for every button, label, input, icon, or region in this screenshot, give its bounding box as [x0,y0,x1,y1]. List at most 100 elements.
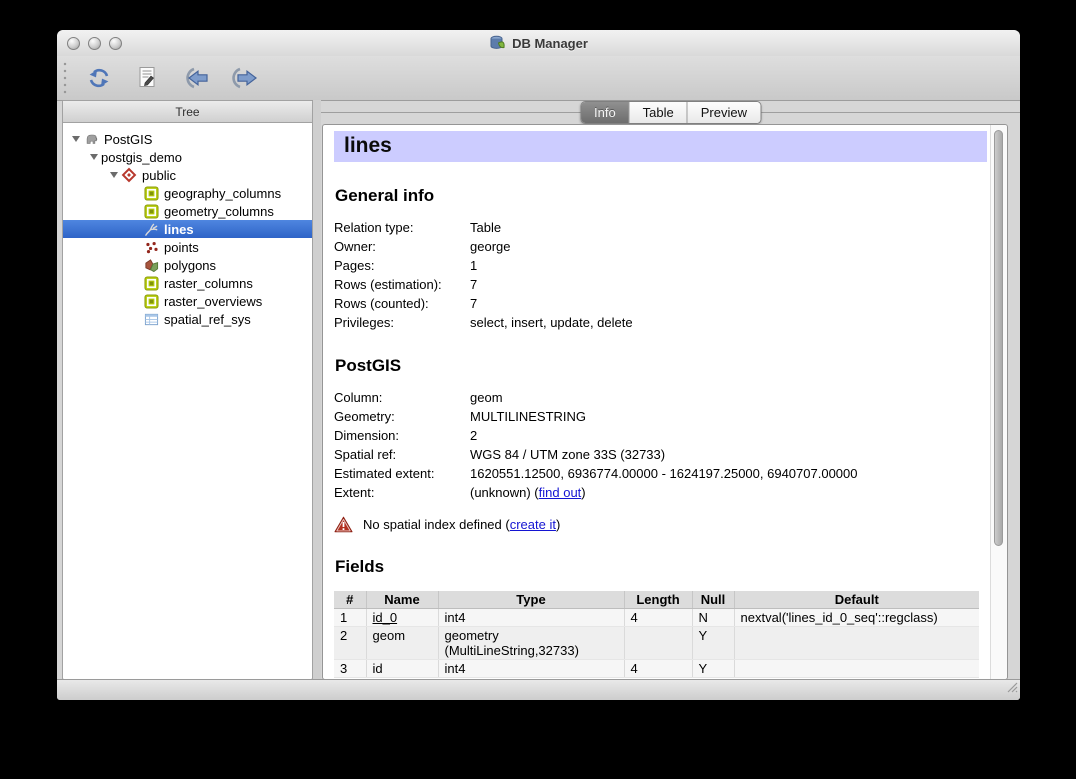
title-bar[interactable]: DB Manager [57,30,1020,56]
tree-item-label: raster_overviews [164,294,262,309]
info-value: 7 [470,275,991,294]
metadata-table-icon [143,203,159,219]
info-row: Privileges: select, insert, update, dele… [334,313,991,332]
warning-prefix: No spatial index defined ( [363,517,510,532]
info-label: Column: [334,388,470,407]
tree-item-raster-columns[interactable]: raster_columns [63,274,312,292]
tab-info[interactable]: Info [581,102,630,123]
info-label: Geometry: [334,407,470,426]
postgis-rows: Column: geom Geometry: MULTILINESTRING D… [334,388,991,502]
warning-text: No spatial index defined (create it) [363,517,560,532]
expander-icon[interactable] [69,136,83,142]
field-length: 4 [624,609,692,627]
export-to-file-icon [229,67,257,89]
col-header-length: Length [624,591,692,609]
info-label: Relation type: [334,218,470,237]
info-row: Column: geom [334,388,991,407]
tree-item-label: geography_columns [164,186,281,201]
export-to-file-button[interactable] [226,62,260,94]
desktop-background: DB Manager [0,0,1076,779]
resize-grip-icon[interactable] [1005,680,1018,698]
vertical-scrollbar[interactable] [990,125,1007,679]
toolbar-drag-handle[interactable] [62,61,68,95]
tree-item-postgis[interactable]: PostGIS [63,130,312,148]
tree-item-label: geometry_columns [164,204,274,219]
info-label: Rows (counted): [334,294,470,313]
warning-suffix: ) [556,517,560,532]
import-layer-button[interactable] [178,62,212,94]
db-manager-app-icon [489,35,506,51]
tab-preview[interactable]: Preview [688,102,760,123]
info-label: Spatial ref: [334,445,470,464]
info-label: Pages: [334,256,470,275]
warning-icon [334,516,353,533]
polygon-layer-icon [143,257,159,273]
col-header-name: Name [366,591,438,609]
info-row: Estimated extent: 1620551.12500, 6936774… [334,464,991,483]
field-null: Y [692,660,734,678]
tree-item-lines[interactable]: lines [63,220,312,238]
tree-item-label: points [164,240,199,255]
sql-window-icon [136,66,158,90]
field-length [624,627,692,660]
tree-panel-header: Tree [63,101,312,123]
tree-list: PostGIS postgis_demo [63,123,312,328]
info-label: Privileges: [334,313,470,332]
field-type: int4 [438,609,624,627]
info-label: Dimension: [334,426,470,445]
tree-item-label: public [142,168,176,183]
spatial-index-warning: No spatial index defined (create it) [334,516,991,533]
tab-segmented-control: Info Table Preview [580,101,761,124]
field-type: geometry (MultiLineString,32733) [438,627,624,660]
col-header-type: Type [438,591,624,609]
info-pane: lines General info Relation type: Table … [322,124,1008,680]
col-header-null: Null [692,591,734,609]
field-default: nextval('lines_id_0_seq'::regclass) [734,609,979,627]
find-out-link[interactable]: find out [539,485,582,500]
postgis-elephant-icon [83,131,99,147]
tree-item-label: spatial_ref_sys [164,312,251,327]
info-value: 7 [470,294,991,313]
info-label: Estimated extent: [334,464,470,483]
field-default [734,627,979,660]
info-row: Dimension: 2 [334,426,991,445]
scrollbar-thumb[interactable] [994,130,1003,546]
info-value: MULTILINESTRING [470,407,991,426]
sql-window-button[interactable] [130,62,164,94]
tree-panel: Tree PostGIS postgis_demo [62,100,313,680]
tree-item-raster-overviews[interactable]: raster_overviews [63,292,312,310]
tree-item-polygons[interactable]: polygons [63,256,312,274]
field-num: 3 [334,660,366,678]
tree-item-points[interactable]: points [63,238,312,256]
tree-item-geography-columns[interactable]: geography_columns [63,184,312,202]
db-manager-window: DB Manager [57,30,1020,700]
metadata-table-icon [143,275,159,291]
expander-icon[interactable] [87,154,101,160]
extent-prefix: (unknown) ( [470,485,539,500]
tree-item-label: polygons [164,258,216,273]
info-row: Relation type: Table [334,218,991,237]
metadata-table-icon [143,185,159,201]
refresh-icon [86,66,112,90]
field-null: N [692,609,734,627]
info-value: Table [470,218,991,237]
field-name: id_0 [366,609,438,627]
tree-item-label: postgis_demo [101,150,182,165]
info-row: Owner: george [334,237,991,256]
info-label: Owner: [334,237,470,256]
expander-icon[interactable] [107,172,121,178]
tree-item-label: lines [164,222,194,237]
panel-splitter[interactable] [313,100,321,680]
info-row: Rows (estimation): 7 [334,275,991,294]
refresh-button[interactable] [82,62,116,94]
field-row: 1 id_0 int4 4 N nextval('lines_id_0_seq'… [334,609,979,627]
tree-item-geometry-columns[interactable]: geometry_columns [63,202,312,220]
field-num: 2 [334,627,366,660]
tree-item-public[interactable]: public [63,166,312,184]
tree-item-spatial-ref-sys[interactable]: spatial_ref_sys [63,310,312,328]
col-header-num: # [334,591,366,609]
create-it-link[interactable]: create it [510,517,556,532]
tree-item-postgis-demo[interactable]: postgis_demo [63,148,312,166]
field-null: Y [692,627,734,660]
tab-table[interactable]: Table [630,102,688,123]
